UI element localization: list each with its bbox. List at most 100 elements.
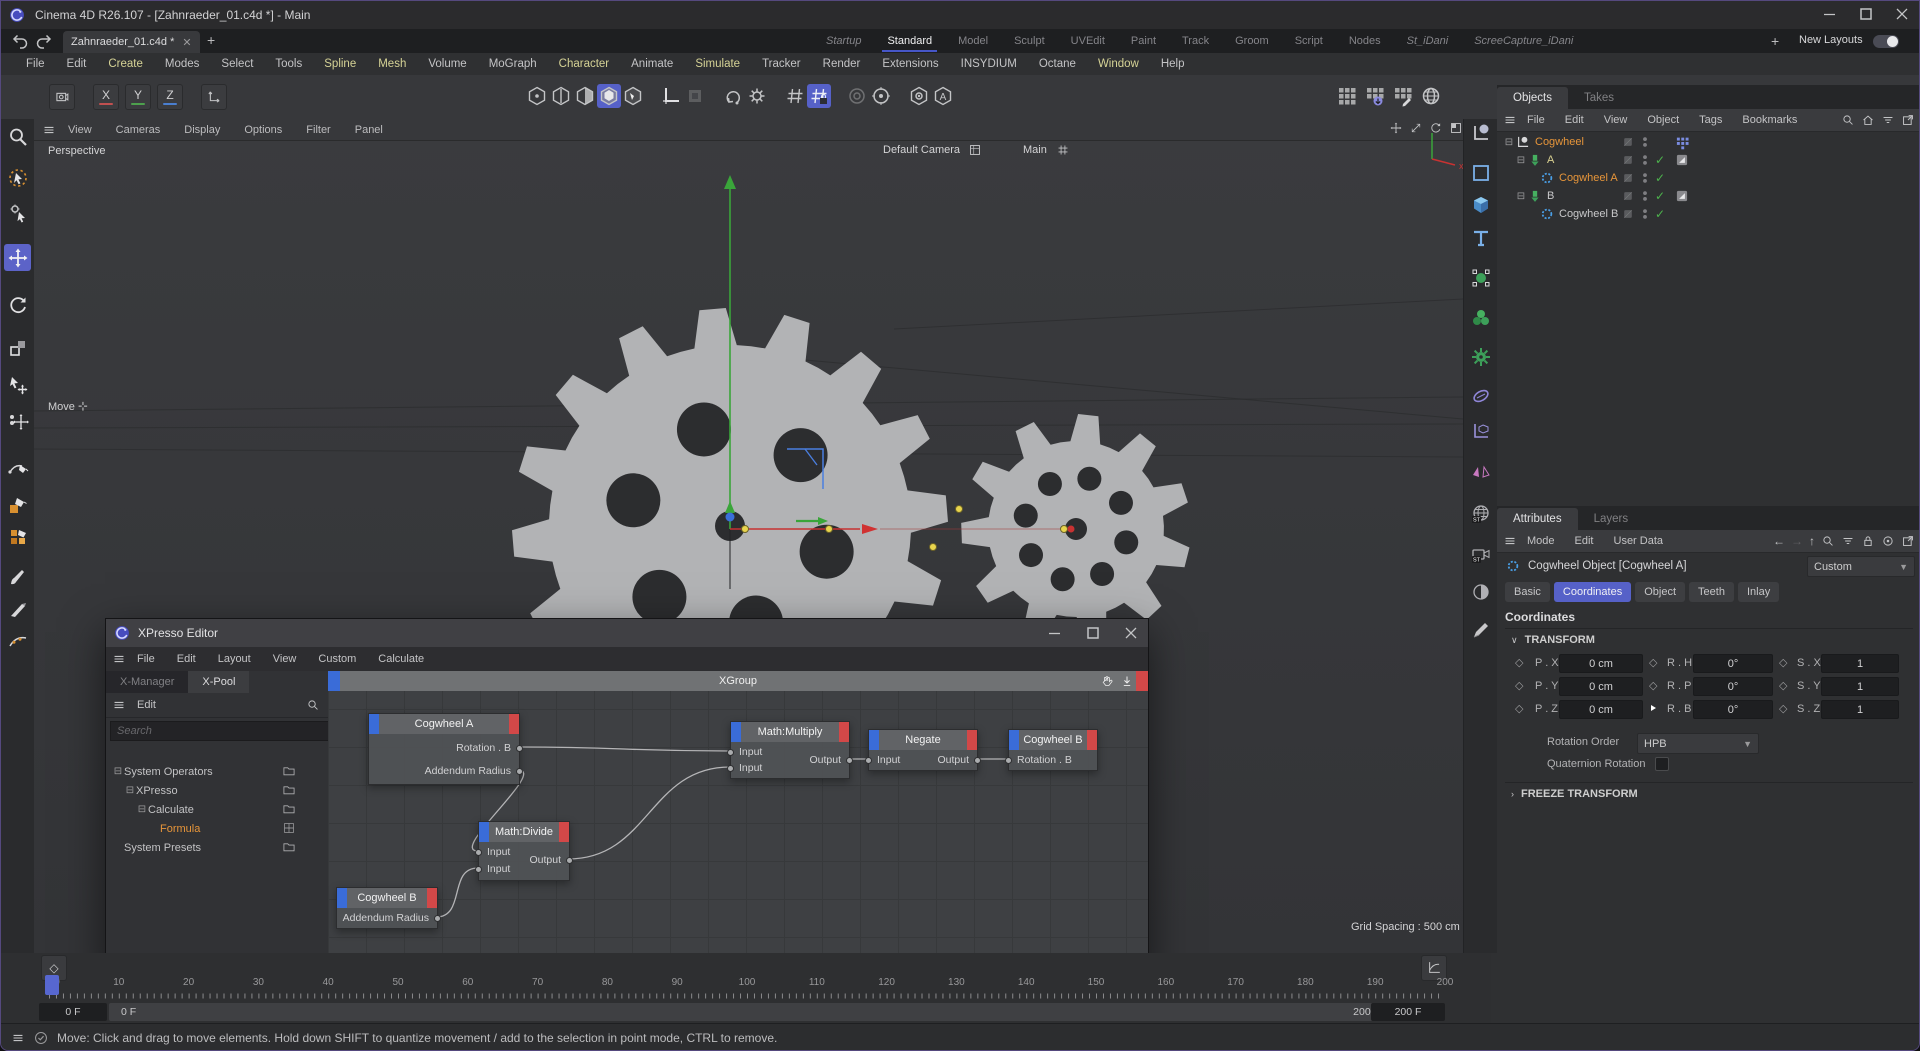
xpresso-node-math-multiply[interactable]: Math:Multiply InputInputOutput <box>730 721 850 779</box>
transform-value-field[interactable]: 0° <box>1693 677 1773 696</box>
hash-lock-icon[interactable] <box>808 85 830 107</box>
maximize-button[interactable] <box>1855 3 1877 25</box>
keyframe-dot[interactable]: ◇ <box>1649 679 1657 692</box>
objects-menu-object[interactable]: Object <box>1637 114 1689 126</box>
input-port[interactable] <box>475 849 482 856</box>
tool-smooth[interactable] <box>4 628 31 655</box>
xpool-edit-menu-icon[interactable] <box>112 698 126 712</box>
menu-spline[interactable]: Spline <box>313 58 367 70</box>
end-frame-field[interactable]: 200 F <box>1371 1003 1445 1021</box>
phong-tag-icon[interactable] <box>1674 152 1690 168</box>
layer-chip-icon[interactable] <box>1621 171 1635 185</box>
cubes-icon[interactable] <box>7 526 29 548</box>
viewport-camera-label[interactable]: Default Camera <box>883 144 960 156</box>
sphere-half-icon[interactable] <box>1470 581 1492 603</box>
create-mirror-pink[interactable] <box>1467 457 1494 484</box>
tool-globe[interactable] <box>1419 84 1443 108</box>
menu-mesh[interactable]: Mesh <box>367 58 417 70</box>
viewport-view-label[interactable]: Perspective <box>48 145 105 157</box>
layer-chip-icon[interactable] <box>1621 189 1635 203</box>
mirror-pink-icon[interactable] <box>1470 460 1492 482</box>
xpresso-menu-custom[interactable]: Custom <box>307 653 367 665</box>
output-port[interactable] <box>974 757 981 764</box>
axis-cube-purple-icon[interactable] <box>1470 420 1492 442</box>
menu-octane[interactable]: Octane <box>1028 58 1087 70</box>
layer-chip-icon[interactable] <box>1621 207 1635 221</box>
rotate-icon[interactable] <box>7 294 29 316</box>
xpresso-node-cogwheel-b[interactable]: Cogwheel B Rotation . B <box>1008 729 1098 771</box>
menu-select[interactable]: Select <box>210 58 264 70</box>
attribute-tab-inlay[interactable]: Inlay <box>1738 582 1779 602</box>
move-icon[interactable] <box>7 247 29 269</box>
attribute-tab-coordinates[interactable]: Coordinates <box>1554 582 1631 602</box>
tool-pen-square[interactable] <box>4 491 31 518</box>
layout-tab-sculpt[interactable]: Sculpt <box>1001 29 1058 53</box>
create-rect-blue[interactable] <box>1467 159 1494 186</box>
tool-tweak[interactable] <box>4 198 31 225</box>
phong-tag-icon[interactable] <box>1674 188 1690 204</box>
objects-menu-bookmarks[interactable]: Bookmarks <box>1732 114 1807 126</box>
tool-spline-pen[interactable] <box>4 453 31 480</box>
attribute-tab-object[interactable]: Object <box>1635 582 1685 602</box>
gear-green-icon[interactable] <box>1470 346 1492 368</box>
xpresso-minimize-button[interactable] <box>1044 622 1066 644</box>
menu-tracker[interactable]: Tracker <box>751 58 812 70</box>
keyframe-dot[interactable]: ◇ <box>1779 702 1787 715</box>
tool-axis-L[interactable] <box>659 84 683 108</box>
add-layout-button[interactable]: + <box>1771 33 1779 49</box>
layout-tab-screecapture_idani[interactable]: ScreeCapture_iDani <box>1461 29 1586 53</box>
xpresso-node-cogwheel-b[interactable]: Cogwheel B Addendum Radius <box>336 887 438 929</box>
xpresso-menu-calculate[interactable]: Calculate <box>367 653 435 665</box>
output-port[interactable] <box>566 857 573 864</box>
hex-polys-icon[interactable] <box>574 85 596 107</box>
attributes-menu-mode[interactable]: Mode <box>1517 535 1565 547</box>
output-port[interactable] <box>516 745 523 752</box>
create-spheres-green[interactable] <box>1467 304 1494 331</box>
layout-tab-startup[interactable]: Startup <box>813 29 874 53</box>
menu-volume[interactable]: Volume <box>417 58 477 70</box>
xpresso-tab-x-manager[interactable]: X-Manager <box>106 671 188 693</box>
attribute-tab-teeth[interactable]: Teeth <box>1689 582 1734 602</box>
null-obj-icon[interactable] <box>1515 134 1531 150</box>
circle-dim-icon[interactable] <box>846 85 868 107</box>
xpresso-node-cogwheel-a[interactable]: Cogwheel A Rotation . BAddendum Radius <box>368 713 520 785</box>
undo-cam-icon[interactable] <box>722 85 744 107</box>
search-icon[interactable] <box>1821 534 1835 548</box>
transform-value-field[interactable]: 0 cm <box>1559 677 1643 696</box>
xpresso-tab-x-pool[interactable]: X-Pool <box>188 671 249 693</box>
xpresso-node-canvas[interactable]: XGroup Cogwheel A Rotation . BAddendum R… <box>328 671 1148 974</box>
keyframe-dot[interactable]: ◇ <box>1649 656 1657 669</box>
arrow-move-icon[interactable] <box>7 374 29 396</box>
vis-dots-icon[interactable] <box>1638 171 1652 185</box>
vis-dots-icon[interactable] <box>1638 207 1652 221</box>
output-port[interactable] <box>434 915 441 922</box>
menu-simulate[interactable]: Simulate <box>684 58 751 70</box>
current-frame-field[interactable]: 0 F <box>39 1003 107 1021</box>
transform-value-field[interactable]: 0 cm <box>1559 700 1643 719</box>
redo-icon[interactable] <box>33 30 55 52</box>
layout-tab-script[interactable]: Script <box>1282 29 1336 53</box>
rotation-order-dropdown[interactable]: HPB▼ <box>1637 733 1759 754</box>
xpool-tree-row[interactable]: ⊟System Operators <box>112 763 213 780</box>
status-menu-icon[interactable] <box>11 1031 25 1045</box>
tool-hex-dark[interactable] <box>621 84 645 108</box>
create-null-axis[interactable] <box>1467 119 1494 146</box>
attribute-tab-basic[interactable]: Basic <box>1505 582 1550 602</box>
transform-value-field[interactable]: 1 <box>1821 677 1899 696</box>
objects-menu-edit[interactable]: Edit <box>1555 114 1594 126</box>
xpresso-close-button[interactable] <box>1120 622 1142 644</box>
hex-edges-icon[interactable] <box>550 85 572 107</box>
xpresso-menu-icon[interactable] <box>112 652 126 666</box>
tool-knife[interactable] <box>4 596 31 623</box>
create-text-T[interactable] <box>1467 224 1494 251</box>
menu-edit[interactable]: Edit <box>56 58 98 70</box>
new-layouts-toggle[interactable] <box>1873 35 1899 48</box>
attributes-menu-edit[interactable]: Edit <box>1565 535 1604 547</box>
attributes-menu-user-data[interactable]: User Data <box>1604 535 1674 547</box>
layout-tab-groom[interactable]: Groom <box>1222 29 1282 53</box>
objects-tab-objects[interactable]: Objects <box>1497 87 1568 109</box>
object-tree-row[interactable]: Cogwheel A✓ <box>1497 169 1920 187</box>
xgroup-hand-icon[interactable] <box>1100 674 1114 688</box>
menu-create[interactable]: Create <box>97 58 154 70</box>
input-port[interactable] <box>727 749 734 756</box>
